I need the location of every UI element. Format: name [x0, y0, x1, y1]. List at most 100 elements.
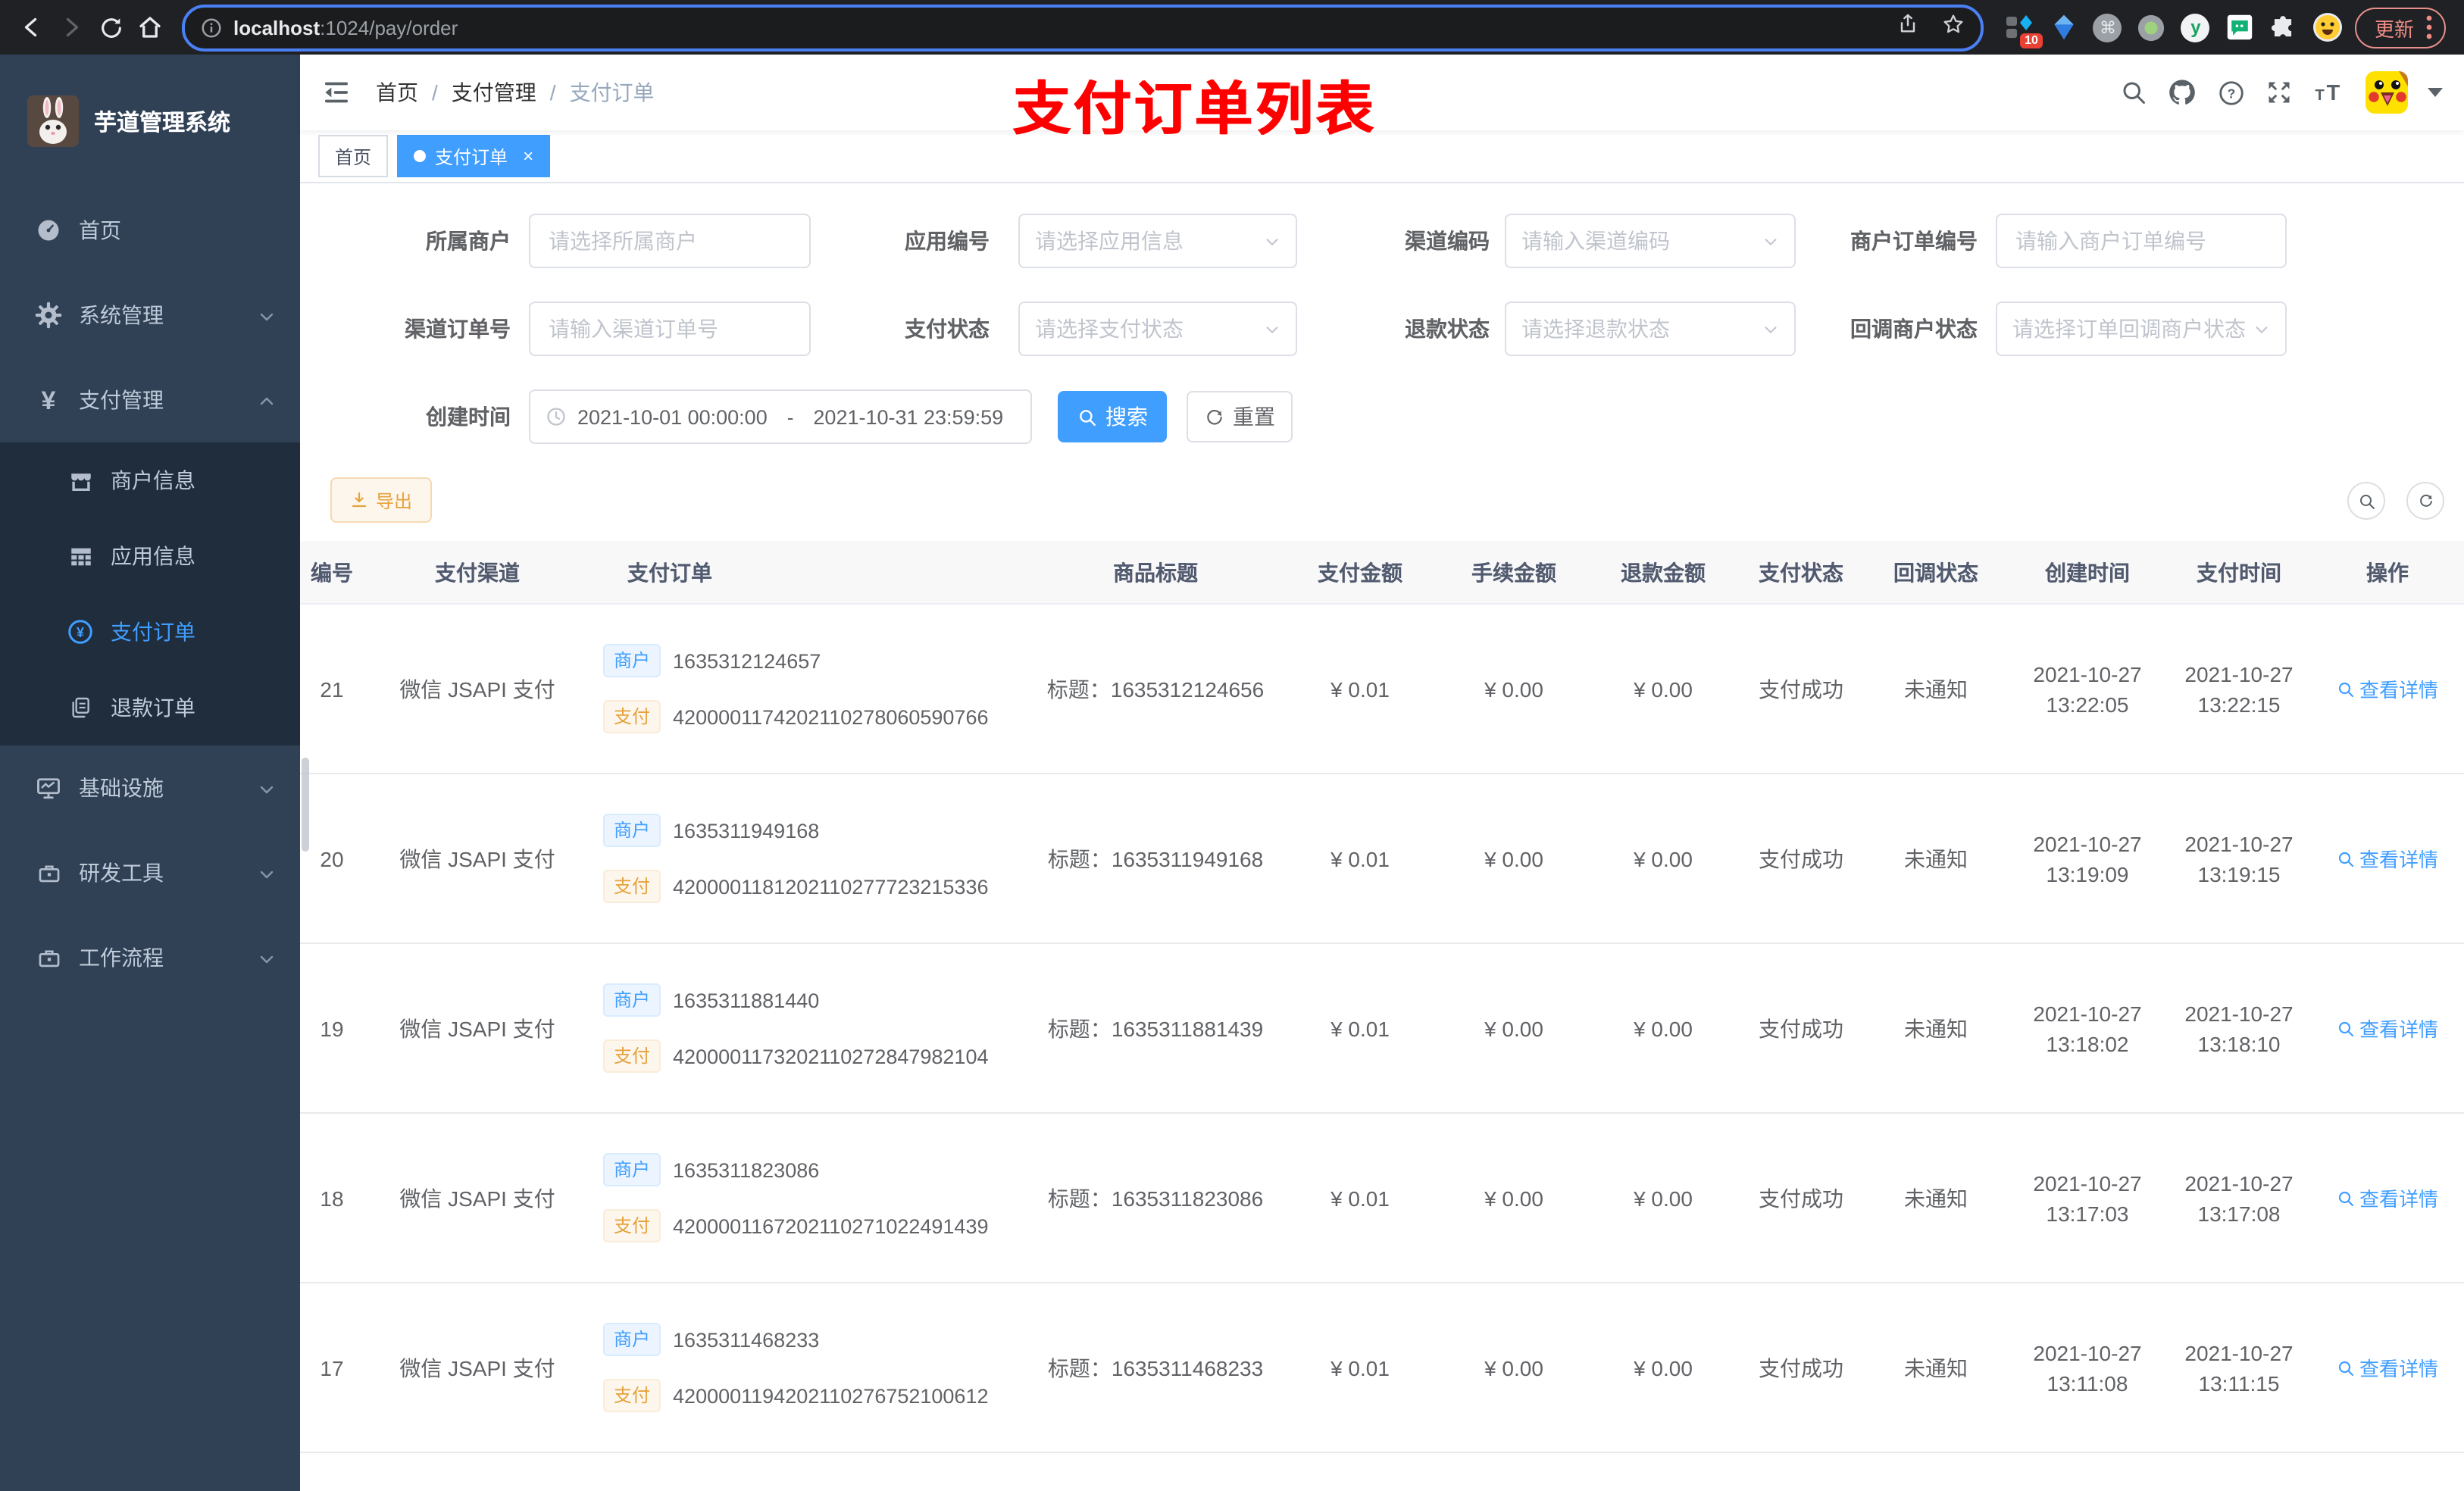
- sidebar-item-workflow[interactable]: 工作流程: [0, 915, 300, 1000]
- collapse-sidebar-button[interactable]: [321, 77, 352, 108]
- search-icon: [1079, 409, 1095, 425]
- date-start[interactable]: 2021-10-01 00:00:00: [577, 405, 768, 428]
- date-separator: -: [786, 405, 794, 428]
- cell-channel: 微信 JSAPI 支付: [399, 1186, 555, 1210]
- view-detail-link[interactable]: 查看详情: [2337, 674, 2438, 703]
- title-prefix: 标题：: [1046, 677, 1111, 701]
- user-avatar[interactable]: [2366, 71, 2408, 114]
- export-button-label: 导出: [376, 490, 413, 511]
- cell-created: 2021-10-27 13:11:08: [2033, 1340, 2142, 1395]
- sidebar-item-dev-tools[interactable]: 研发工具: [0, 830, 300, 915]
- hamburger-icon: [325, 82, 348, 103]
- pay-order-no: 4200001173202110272847982104: [673, 1045, 989, 1067]
- extensions-area: 10 ⌘ y: [2005, 12, 2343, 48]
- tag-close-icon[interactable]: ×: [523, 147, 533, 165]
- font-size-button[interactable]: TT: [2312, 79, 2346, 106]
- select-placeholder: 请选择订单回调商户状态: [2012, 317, 2246, 341]
- question-circle-icon: ?: [2219, 80, 2244, 105]
- sidebar-item-label: 研发工具: [79, 861, 164, 885]
- github-icon: [2169, 80, 2195, 105]
- sidebar-item-home[interactable]: 首页: [0, 188, 300, 273]
- breadcrumb-section[interactable]: 支付管理: [452, 77, 536, 108]
- extensions-puzzle-icon[interactable]: [2269, 12, 2299, 42]
- pay-tag: 支付: [603, 1209, 661, 1242]
- notify-status-select[interactable]: 请选择订单回调商户状态: [1996, 302, 2287, 356]
- view-detail-link[interactable]: 查看详情: [2337, 1014, 2438, 1042]
- col-header: 操作: [2366, 560, 2409, 584]
- tag-home[interactable]: 首页: [318, 135, 389, 177]
- cell-refund: ¥ 0.00: [1634, 846, 1693, 871]
- cell-channel: 微信 JSAPI 支付: [399, 846, 555, 871]
- col-header: 手续金额: [1471, 560, 1556, 584]
- sidebar-item-refund-order[interactable]: 退款订单: [0, 670, 300, 746]
- tag-pay-order[interactable]: 支付订单 ×: [397, 135, 551, 177]
- profile-emoji-icon[interactable]: [2312, 12, 2343, 42]
- view-detail-link[interactable]: 查看详情: [2337, 1353, 2438, 1382]
- cell-action: 查看详情: [2311, 1183, 2464, 1212]
- breadcrumb-separator: /: [432, 80, 438, 105]
- sidebar-item-pay-order[interactable]: ¥ 支付订单: [0, 594, 300, 670]
- refresh-table-button[interactable]: [2406, 482, 2444, 520]
- cell-amount: ¥ 0.01: [1330, 1016, 1390, 1040]
- scrollbar-thumb[interactable]: [302, 758, 309, 852]
- sidebar-item-label: 工作流程: [79, 946, 164, 970]
- filter-label: 所属商户: [426, 229, 511, 253]
- sidebar-item-app-info[interactable]: 应用信息: [0, 518, 300, 594]
- user-menu-caret[interactable]: [2428, 86, 2443, 98]
- cell-paid: 2021-10-27 13:17:08: [2184, 1171, 2294, 1225]
- help-button[interactable]: ?: [2217, 78, 2246, 107]
- github-button[interactable]: [2167, 77, 2197, 108]
- bookmark-star-button[interactable]: [1941, 11, 1965, 43]
- pay-order-no: 4200001167202110271022491439: [673, 1214, 989, 1237]
- show-search-toggle-button[interactable]: [2347, 482, 2385, 520]
- view-detail-link[interactable]: 查看详情: [2337, 1183, 2438, 1212]
- extension-tampermonkey-icon[interactable]: 10: [2005, 12, 2043, 48]
- date-end[interactable]: 2021-10-31 23:59:59: [813, 405, 1003, 428]
- back-button[interactable]: [12, 8, 52, 47]
- extension-chat-icon[interactable]: [2225, 12, 2255, 42]
- cell-paid: 2021-10-27 13:22:15: [2184, 661, 2294, 716]
- documents-icon: [64, 695, 97, 720]
- breadcrumb-current: 支付订单: [569, 80, 655, 105]
- sidebar-item-merchant-info[interactable]: 商户信息: [0, 442, 300, 518]
- breadcrumb-separator: /: [549, 80, 556, 105]
- extension-command-icon[interactable]: ⌘: [2093, 12, 2123, 42]
- svg-text:T: T: [2315, 87, 2325, 104]
- reset-button[interactable]: 重置: [1187, 391, 1293, 442]
- merchant-order-no: 1635311823086: [673, 1158, 820, 1181]
- fullscreen-button[interactable]: [2265, 79, 2293, 106]
- extension-kite-icon[interactable]: [2049, 12, 2079, 42]
- merchant-tag: 商户: [603, 644, 661, 677]
- breadcrumb-home[interactable]: 首页: [376, 77, 418, 108]
- app-logo[interactable]: 芋道管理系统: [0, 55, 300, 188]
- forward-button[interactable]: [52, 8, 91, 47]
- cell-notify-status: 未通知: [1904, 1355, 1968, 1380]
- cell-fee: ¥ 0.00: [1484, 1186, 1543, 1210]
- search-button[interactable]: 搜索: [1058, 391, 1167, 442]
- address-bar[interactable]: localhost:1024/pay/order: [182, 4, 1984, 51]
- view-detail-link[interactable]: 查看详情: [2337, 844, 2438, 873]
- home-button[interactable]: [130, 8, 170, 47]
- sidebar-item-system[interactable]: 系统管理: [0, 273, 300, 358]
- reload-button[interactable]: [91, 8, 130, 47]
- share-button[interactable]: [1896, 11, 1920, 43]
- title-prefix: 标题：: [1047, 1016, 1112, 1040]
- payment-submenu: 商户信息 应用信息 ¥ 支付订单 退款订单: [0, 442, 300, 746]
- url-text[interactable]: localhost:1024/pay/order: [233, 16, 1875, 39]
- export-button[interactable]: 导出: [330, 477, 433, 523]
- merchant-order-input[interactable]: [2012, 227, 2270, 255]
- extension-y-icon[interactable]: y: [2181, 12, 2211, 42]
- cell-title: 标题：1635311823086: [1030, 1183, 1280, 1213]
- header-search-button[interactable]: [2120, 79, 2147, 106]
- svg-text:?: ?: [2228, 85, 2236, 100]
- sidebar-item-infrastructure[interactable]: 基础设施: [0, 746, 300, 830]
- cell-title: 标题：1635311881439: [1030, 1013, 1280, 1043]
- sidebar-item-payment[interactable]: ¥ 支付管理: [0, 358, 300, 442]
- create-time-range-picker[interactable]: 2021-10-01 00:00:00 - 2021-10-31 23:59:5…: [529, 389, 1032, 444]
- extension-recorder-icon[interactable]: [2137, 12, 2167, 42]
- merchant-order-no-input[interactable]: [1996, 214, 2287, 268]
- cell-refund: ¥ 0.00: [1634, 677, 1693, 701]
- cell-id: 21: [320, 677, 344, 701]
- cell-id: 18: [320, 1186, 344, 1210]
- browser-update-button[interactable]: 更新: [2354, 7, 2446, 48]
